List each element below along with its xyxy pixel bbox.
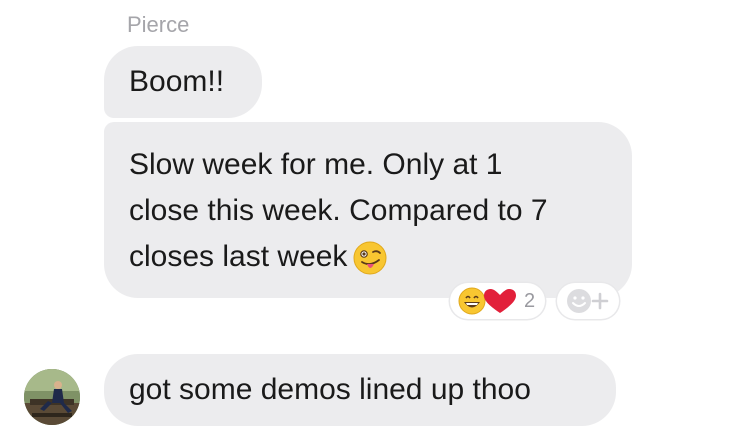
grinning-face-icon bbox=[458, 287, 486, 315]
red-heart-icon bbox=[484, 289, 516, 313]
message-bubble[interactable]: Boom!! bbox=[104, 46, 262, 118]
message-text-line: closes last week bbox=[129, 240, 348, 273]
message-text: got some demos lined up thoo bbox=[129, 373, 531, 406]
reaction-count: 2 bbox=[524, 290, 536, 312]
sender-name: Pierce bbox=[127, 12, 190, 37]
message-text: Boom!! bbox=[129, 65, 225, 98]
message-reactions: 2 bbox=[450, 282, 620, 320]
avatar[interactable] bbox=[24, 369, 80, 425]
message-text-line: Slow week for me. Only at 1 bbox=[129, 148, 503, 181]
reaction-summary[interactable]: 2 bbox=[450, 283, 546, 319]
message-bubble[interactable]: Slow week for me. Only at 1 close this w… bbox=[104, 122, 632, 298]
add-reaction-button[interactable] bbox=[557, 283, 620, 319]
message-bubble[interactable]: got some demos lined up thoo bbox=[104, 354, 616, 426]
add-reaction-icon bbox=[567, 289, 609, 313]
reaction-emojis bbox=[458, 287, 516, 315]
message-thread: Pierce Boom!! Slow week for me. Only at … bbox=[0, 0, 750, 434]
message-text-line-with-emoji: closes last week bbox=[129, 234, 612, 280]
message-text-line: close this week. Compared to 7 bbox=[129, 194, 548, 227]
winking-face-with-tongue-icon bbox=[353, 241, 387, 275]
